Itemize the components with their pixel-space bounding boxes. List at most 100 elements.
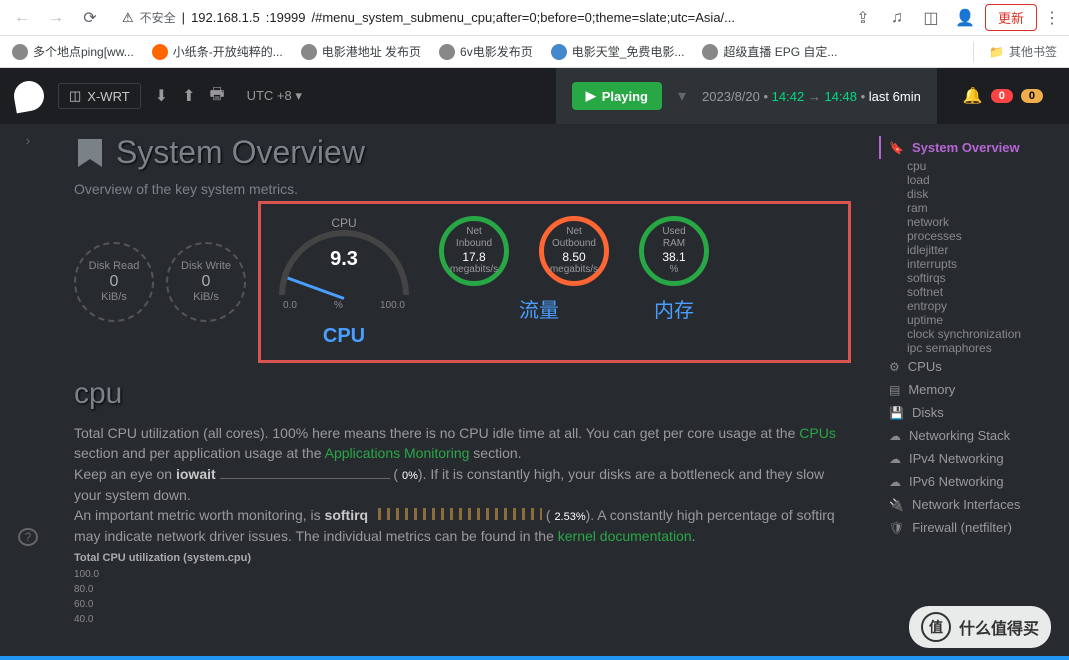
collapse-icon[interactable]: › — [26, 132, 31, 148]
url-path: /#menu_system_submenu_cpu;after=0;before… — [312, 10, 735, 25]
update-button[interactable]: 更新 — [985, 4, 1037, 31]
ram-label: 内存 — [639, 294, 709, 323]
net-outbound-gauge[interactable]: NetOutbound8.50megabits/s 流量 — [539, 216, 609, 323]
page-title: System Overview — [116, 134, 365, 171]
taskbar-stripe — [0, 656, 1069, 660]
disk-write-gauge[interactable]: Disk Write 0 KiB/s — [166, 242, 246, 322]
submenu-item[interactable]: idlejitter — [879, 243, 1059, 257]
timezone-selector[interactable]: UTC +8 ▾ — [239, 84, 310, 108]
sparkline-iowait — [220, 467, 390, 479]
back-button[interactable]: ← — [8, 4, 36, 32]
url-port: :19999 — [266, 10, 306, 25]
playback-area: ▶ Playing ▾ 2023/8/20 • 14:42 → 14:48 • … — [556, 68, 937, 124]
menu-net-stack[interactable]: ☁Networking Stack — [879, 424, 1059, 447]
submenu-item[interactable]: ipc semaphores — [879, 341, 1059, 355]
main-content: System Overview Overview of the key syst… — [56, 124, 869, 660]
critical-badge[interactable]: 0 — [991, 89, 1013, 103]
menu-ipv6[interactable]: ☁IPv6 Networking — [879, 470, 1059, 493]
apps-monitoring-link[interactable]: Applications Monitoring — [325, 445, 470, 461]
play-button[interactable]: ▶ Playing — [572, 82, 662, 110]
submenu-item[interactable]: processes — [879, 229, 1059, 243]
sparkline-softirq — [372, 508, 542, 520]
bookmark-item[interactable]: 超级直播 EPG 自定... — [702, 43, 837, 60]
submenu-item[interactable]: disk — [879, 187, 1059, 201]
cloud-icon: ☁ — [889, 475, 901, 489]
page-subtitle: Overview of the key system metrics. — [74, 181, 851, 197]
reload-button[interactable]: ⟳ — [76, 4, 104, 32]
play-dropdown[interactable]: ▾ — [678, 86, 686, 106]
alert-area: 🔔 0 0 — [951, 86, 1055, 106]
bookmark-item[interactable]: 电影港地址 发布页 — [301, 43, 421, 60]
menu-system-overview[interactable]: 🔖System Overview — [879, 136, 1059, 159]
submenu-item[interactable]: network — [879, 215, 1059, 229]
menu-ipv4[interactable]: ☁IPv4 Networking — [879, 447, 1059, 470]
cpu-gauge-group: CPU 9.3 0.0 % 100.0 CPU — [279, 216, 409, 348]
shield-icon: 🛡 — [889, 521, 904, 535]
highlight-box: CPU 9.3 0.0 % 100.0 CPU NetInbound17.8me… — [258, 201, 851, 363]
host-selector[interactable]: ◫ X-WRT — [58, 83, 141, 109]
submenu-item[interactable]: load — [879, 173, 1059, 187]
menu-interfaces[interactable]: 🔌Network Interfaces — [879, 493, 1059, 516]
cloud-icon: ☁ — [889, 429, 901, 443]
share-icon[interactable]: ⇪ — [849, 4, 877, 32]
ram-gauge[interactable]: UsedRAM38.1% 内存 — [639, 216, 709, 323]
globe-icon — [439, 44, 455, 60]
folder-icon: 📁 — [989, 45, 1004, 59]
net-inbound-gauge[interactable]: NetInbound17.8megabits/s — [439, 216, 509, 286]
menu-cpus[interactable]: ⚙CPUs — [879, 355, 1059, 378]
menu-firewall[interactable]: 🛡Firewall (netfilter) — [879, 516, 1059, 539]
submenu-item[interactable]: softnet — [879, 285, 1059, 299]
bookmark-item[interactable]: 电影天堂_免费电影... — [551, 43, 685, 60]
upload-icon[interactable]: ⬆ — [182, 86, 195, 106]
cpu-chart[interactable]: Total CPU utilization (system.cpu) 100.0… — [74, 552, 851, 627]
chip-icon: ⚙ — [889, 360, 900, 374]
bookmark-item[interactable]: 6v电影发布页 — [439, 43, 533, 60]
bookmark-item[interactable]: 小纸条-开放纯粹的... — [152, 43, 283, 60]
submenu-item[interactable]: clock synchronization — [879, 327, 1059, 341]
submenu-item[interactable]: softirqs — [879, 271, 1059, 285]
help-icon[interactable]: ? — [18, 528, 38, 546]
insecure-icon: ⚠ — [122, 10, 134, 26]
submenu-item[interactable]: ram — [879, 201, 1059, 215]
cpu-section-label: CPU — [279, 325, 409, 348]
menu-icon[interactable]: ⋮ — [1043, 8, 1061, 28]
disk-read-gauge[interactable]: Disk Read 0 KiB/s — [74, 242, 154, 322]
submenu-item[interactable]: entropy — [879, 299, 1059, 313]
profile-icon[interactable]: 👤 — [951, 4, 979, 32]
fox-icon — [152, 44, 168, 60]
kernel-doc-link[interactable]: kernel documentation — [558, 528, 692, 544]
side-menu: 🔖System Overview cpu load disk ram netwo… — [869, 124, 1069, 660]
browser-nav-bar: ← → ⟳ ⚠ 不安全 | 192.168.1.5:19999/#menu_sy… — [0, 0, 1069, 36]
menu-memory[interactable]: ▤Memory — [879, 378, 1059, 401]
time-range[interactable]: 2023/8/20 • 14:42 → 14:48 • last 6min — [702, 89, 921, 104]
bookmark-icon — [74, 137, 106, 169]
submenu-item[interactable]: uptime — [879, 313, 1059, 327]
cpu-description: Total CPU utilization (all cores). 100% … — [74, 423, 851, 546]
submenu-item[interactable]: cpu — [879, 159, 1059, 173]
left-rail: › ? ⚙ — [0, 124, 56, 660]
cpu-heading: cpu — [74, 377, 851, 411]
bell-icon[interactable]: 🔔 — [963, 86, 983, 106]
cpu-gauge[interactable]: 9.3 — [279, 230, 409, 300]
menu-disks[interactable]: 💾Disks — [879, 401, 1059, 424]
bookmark-item[interactable]: 多个地点ping[ww... — [12, 43, 134, 60]
warning-badge[interactable]: 0 — [1021, 89, 1043, 103]
other-bookmarks[interactable]: 📁其他书签 — [973, 42, 1057, 62]
watermark: 值 什么值得买 — [909, 606, 1051, 648]
url-host: 192.168.1.5 — [191, 10, 260, 25]
download-icon[interactable]: ⬇ — [155, 86, 168, 106]
netdata-logo[interactable] — [12, 79, 47, 114]
app-topbar: ◫ X-WRT ⬇ ⬆ 🖶 UTC +8 ▾ ▶ Playing ▾ 2023/… — [0, 68, 1069, 124]
panel-icon[interactable]: ◫ — [917, 4, 945, 32]
cast-icon[interactable]: ♫ — [883, 4, 911, 32]
globe-icon — [702, 44, 718, 60]
cpus-link[interactable]: CPUs — [799, 425, 836, 441]
movie-icon — [551, 44, 567, 60]
traffic-label: 流量 — [469, 294, 609, 323]
bookmarks-bar: 多个地点ping[ww... 小纸条-开放纯粹的... 电影港地址 发布页 6v… — [0, 36, 1069, 68]
print-icon[interactable]: 🖶 — [209, 83, 224, 110]
submenu-item[interactable]: interrupts — [879, 257, 1059, 271]
forward-button[interactable]: → — [42, 4, 70, 32]
url-bar[interactable]: ⚠ 不安全 | 192.168.1.5:19999/#menu_system_s… — [110, 4, 843, 32]
disk-icon: 💾 — [889, 406, 904, 420]
